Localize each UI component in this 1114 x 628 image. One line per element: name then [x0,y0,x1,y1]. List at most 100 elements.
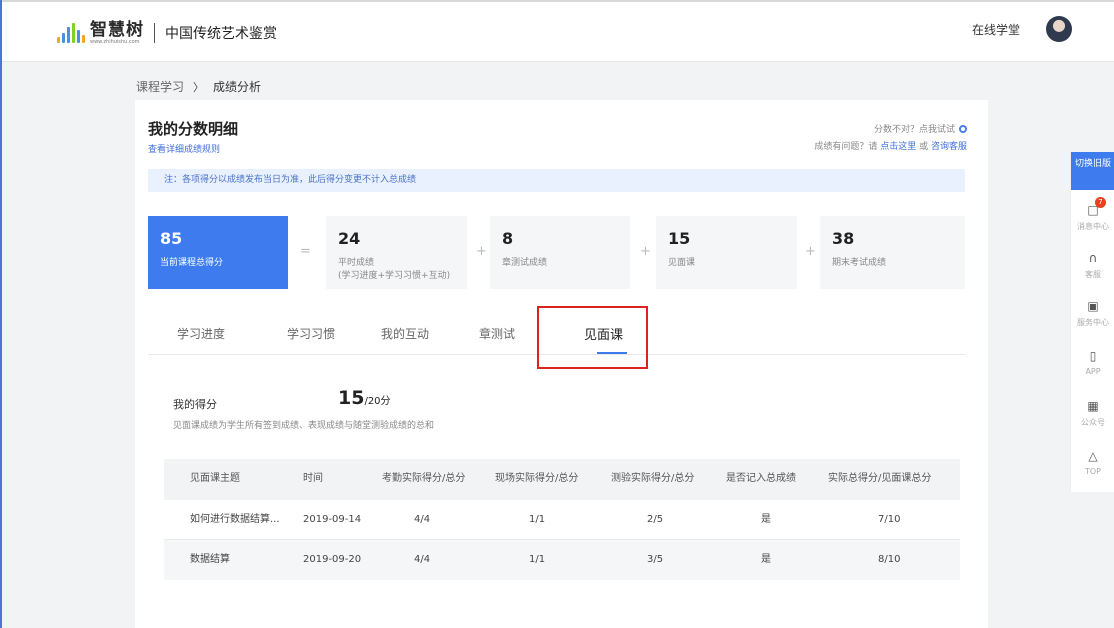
meeting-score-box: 15 见面课 [656,216,797,289]
click-here-link[interactable]: 点击这里 [880,142,916,152]
final-score-value: 38 [832,229,855,248]
sidebar-item-label: 公众号 [1081,418,1105,427]
usual-score-sub: (学习进度+学习习惯+互动) [338,271,451,281]
sidebar-item-app[interactable]: ▯ APP [1071,348,1114,376]
score-problem-or: 或 [919,142,929,152]
message-badge: 7 [1095,197,1106,208]
final-score-label: 期末考试成绩 [832,258,887,268]
table-header-cell: 时间 [303,473,323,484]
table-cell: 7/10 [878,514,901,525]
service-icon: ▣ [1087,299,1099,313]
headset-icon: ∩ [1088,251,1098,265]
logo-divider [154,23,155,43]
tab-chapter-test[interactable]: 章测试 [479,325,515,342]
window-frame-left [0,0,2,628]
breadcrumb-current: 成绩分析 [213,80,262,94]
notice-banner: 注：各项得分以成绩发布当日为准，此后得分变更不计入总成绩 [148,169,965,192]
score-wrong-link[interactable]: 分数不对？点我试试 [874,122,967,135]
score-problem-prefix: 成绩有问题？请 [814,142,878,152]
chevron-right-icon: 〉 [193,80,205,94]
logo[interactable]: 智慧树 www.zhihuishu.com 中国传统艺术鉴赏 [57,18,277,48]
right-sidebar: 切换旧版 □ 7 消息中心 ∩ 客服 ▣ 服务中心 ▯ APP ▦ 公众号 △ … [1070,152,1114,492]
plus-sign: + [476,244,487,259]
my-score-total: /20分 [364,396,391,407]
logo-bars-icon [57,23,85,43]
tab-my-interaction[interactable]: 我的互动 [381,325,429,342]
my-score-number: 15 [338,387,365,409]
sidebar-item-official-account[interactable]: ▦ 公众号 [1071,398,1114,428]
meeting-score-value: 15 [668,229,691,248]
table-header-cell: 考勤实际得分/总分 [382,473,466,484]
sidebar-item-messages[interactable]: □ 7 消息中心 [1071,197,1114,232]
score-summary: 85 当前课程总得分 = 24 平时成绩 (学习进度+学习习惯+互动) + 8 … [148,216,965,289]
online-school-link[interactable]: 在线学堂 [972,21,1020,38]
logo-url: www.zhihuishu.com [90,39,140,45]
breadcrumb: 课程学习 〉 成绩分析 [136,78,261,95]
table-cell: 2019-09-14 [303,514,362,525]
total-score-box: 85 当前课程总得分 [148,216,288,289]
plus-sign: + [805,244,816,259]
plus-sign: + [640,244,651,259]
refresh-icon [959,124,967,133]
total-score-label: 当前课程总得分 [160,258,224,268]
table-cell: 8/10 [878,554,901,565]
table-row[interactable]: 数据结算 2019-09-20 4/4 1/1 3/5 是 8/10 [164,540,960,580]
breadcrumb-course-study[interactable]: 课程学习 [136,78,184,95]
table-header-cell: 测验实际得分/总分 [611,473,695,484]
page-title: 我的分数明细 [148,120,239,138]
score-detail-card: 我的分数明细 查看详细成绩规则 分数不对？点我试试 成绩有问题？请 点击这里 或… [135,100,988,628]
top-bar: 智慧树 www.zhihuishu.com 中国传统艺术鉴赏 在线学堂 [2,2,1114,62]
course-title: 中国传统艺术鉴赏 [165,26,277,42]
sidebar-item-support[interactable]: ∩ 客服 [1071,250,1114,280]
usual-score-label: 平时成绩 (学习进度+学习习惯+互动) [338,257,450,283]
score-rules-link[interactable]: 查看详细成绩规则 [148,142,220,155]
score-problem-text: 成绩有问题？请 点击这里 或 咨询客服 [814,139,967,152]
table-cell: 数据结算 [190,554,230,565]
table-header-cell: 现场实际得分/总分 [495,473,579,484]
message-icon: □ [1087,203,1099,217]
chapter-score-label: 章测试成绩 [502,258,548,268]
table-row[interactable]: 如何进行数据结算... 2019-09-14 4/4 1/1 2/5 是 7/1… [164,500,960,540]
usual-score-label-text: 平时成绩 [338,258,375,268]
sidebar-item-label: 消息中心 [1077,222,1109,231]
sidebar-item-top[interactable]: △ TOP [1071,448,1114,476]
table-cell: 是 [761,554,771,565]
table-cell: 如何进行数据结算... [190,514,280,525]
score-wrong-text: 分数不对？点我试试 [873,125,955,135]
table-cell: 是 [761,514,771,525]
table-header-cell: 见面课主题 [190,473,240,484]
phone-icon: ▯ [1089,349,1097,363]
table-cell: 2019-09-20 [303,554,362,565]
table-header-row: 见面课主题 时间 考勤实际得分/总分 现场实际得分/总分 测验实际得分/总分 是… [164,459,960,500]
sidebar-item-label: 客服 [1085,270,1101,279]
sidebar-item-label: TOP [1084,467,1101,476]
usual-score-value: 24 [338,229,361,248]
avatar[interactable] [1046,16,1072,42]
meeting-class-table: 见面课主题 时间 考勤实际得分/总分 现场实际得分/总分 测验实际得分/总分 是… [164,459,960,580]
equals-sign: = [300,244,311,259]
sidebar-item-label: APP [1085,367,1101,376]
final-score-box: 38 期末考试成绩 [820,216,965,289]
logo-text: 智慧树 [90,20,144,40]
table-cell: 1/1 [529,514,546,525]
table-cell: 3/5 [647,554,664,565]
consult-service-link[interactable]: 咨询客服 [931,142,967,152]
switch-old-version-button[interactable]: 切换旧版 [1071,152,1114,190]
sidebar-item-service-center[interactable]: ▣ 服务中心 [1071,298,1114,328]
highlight-annotation-box [537,306,648,369]
total-score-value: 85 [160,229,183,248]
usual-score-box: 24 平时成绩 (学习进度+学习习惯+互动) [326,216,467,289]
tab-study-habits[interactable]: 学习习惯 [287,325,335,342]
chapter-score-box: 8 章测试成绩 [490,216,630,289]
table-cell: 2/5 [647,514,664,525]
table-cell: 4/4 [414,514,431,525]
my-score-label: 我的得分 [173,398,217,411]
meeting-score-label: 见面课 [668,258,696,268]
table-cell: 4/4 [414,554,431,565]
tab-study-progress[interactable]: 学习进度 [177,325,225,342]
sidebar-item-label: 服务中心 [1077,318,1109,327]
table-header-cell: 实际总得分/见面课总分 [828,473,932,484]
qrcode-icon: ▦ [1087,399,1099,413]
my-score-description: 见面课成绩为学生所有签到成绩、表现成绩与随堂测验成绩的总和 [173,421,435,431]
my-score-value: 15/20分 [338,387,391,409]
